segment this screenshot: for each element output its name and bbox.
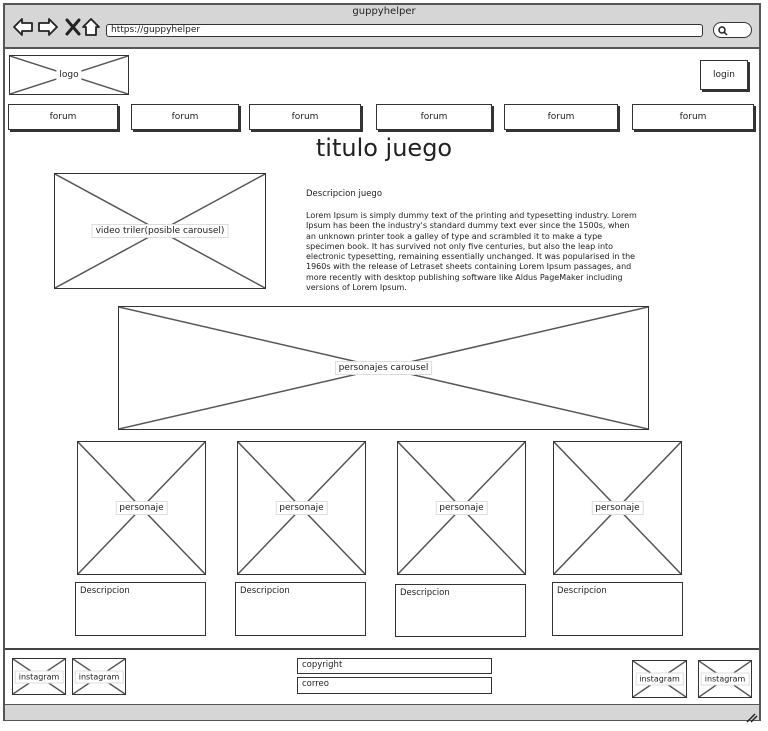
login-button[interactable]: login [700,60,748,90]
back-icon[interactable] [12,16,34,38]
character-image-4[interactable]: personaje [553,441,682,575]
game-description-title: Descripcion juego [306,189,383,199]
email-field[interactable]: correo [297,677,492,694]
nav-forum-2[interactable]: forum [131,104,239,130]
instagram-link-2[interactable]: instagram [72,658,126,695]
characters-carousel-label: personajes carousel [334,361,433,375]
character-description-3: Descripcion [395,584,526,637]
character-image-1[interactable]: personaje [77,441,206,575]
forward-icon[interactable] [37,16,59,38]
character-image-3[interactable]: personaje [397,441,526,575]
instagram-label: instagram [14,670,64,683]
browser-search[interactable] [713,22,752,38]
nav-forum-4[interactable]: forum [376,104,492,130]
instagram-label: instagram [700,672,750,686]
nav-forum-6[interactable]: forum [632,104,754,130]
window-title: guppyhelper [352,6,416,17]
footer-divider [5,648,759,650]
character-label: personaje [115,501,168,515]
character-description-1: Descripcion [75,582,206,636]
character-label: personaje [435,501,488,515]
character-description-2: Descripcion [235,582,366,636]
search-icon [718,26,728,36]
status-bar [5,704,759,720]
instagram-link-1[interactable]: instagram [12,658,66,695]
nav-forum-3[interactable]: forum [249,104,361,130]
characters-carousel[interactable]: personajes carousel [118,306,649,430]
character-image-2[interactable]: personaje [237,441,366,575]
nav-forum-1[interactable]: forum [8,104,118,130]
instagram-label: instagram [635,672,684,686]
character-label: personaje [275,501,328,515]
copyright-field: copyright [297,658,492,674]
instagram-link-4[interactable]: instagram [698,660,752,698]
character-label: personaje [591,501,644,515]
resize-grip-icon[interactable] [744,708,758,723]
nav-forum-5[interactable]: forum [504,104,618,130]
logo-label: logo [56,69,82,81]
instagram-label: instagram [74,670,124,683]
url-bar[interactable]: https://guppyhelper [106,24,703,37]
game-title: titulo juego [315,134,453,162]
logo-placeholder: logo [9,55,129,95]
video-trailer-placeholder[interactable]: video triler(posible carousel) [54,173,266,289]
game-description-text: Lorem Ipsum is simply dummy text of the … [306,211,637,293]
character-description-4: Descripcion [552,582,683,636]
instagram-link-3[interactable]: instagram [632,660,687,698]
home-icon[interactable] [80,16,102,38]
video-trailer-label: video triler(posible carousel) [91,224,229,238]
